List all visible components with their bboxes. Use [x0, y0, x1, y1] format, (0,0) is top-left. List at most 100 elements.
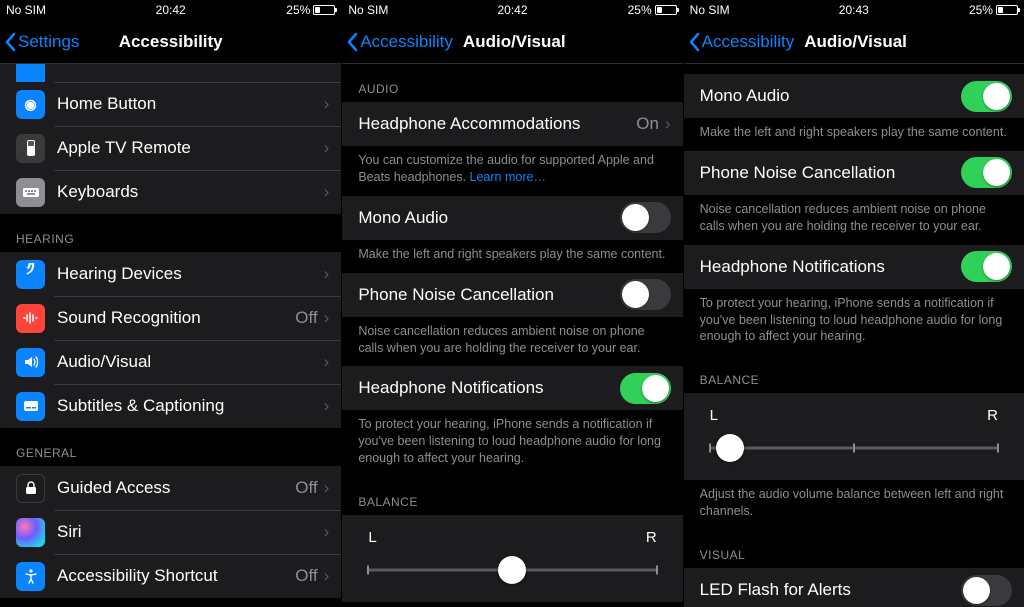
- back-label: Accessibility: [702, 32, 795, 52]
- row-subtitles[interactable]: Subtitles & Captioning ›: [0, 384, 341, 428]
- nav-bar: Settings Accessibility: [0, 20, 341, 64]
- battery-pct: 25%: [969, 3, 993, 17]
- row-hearing-devices[interactable]: ༡ Hearing Devices ›: [0, 252, 341, 296]
- toggle-headphone-notifications[interactable]: [620, 373, 671, 404]
- waveform-icon: [16, 304, 45, 333]
- row-value: On: [636, 114, 659, 134]
- row-label: Home Button: [57, 94, 324, 114]
- balance-slider[interactable]: [710, 434, 998, 462]
- lock-icon: [16, 474, 45, 503]
- status-bar: No SIM 20:42 25%: [342, 0, 682, 20]
- back-label: Accessibility: [360, 32, 453, 52]
- row-guided-access[interactable]: Guided Access Off ›: [0, 466, 341, 510]
- section-header-balance: Balance: [684, 355, 1024, 393]
- chevron-right-icon: ›: [324, 478, 330, 498]
- balance-slider-container: L R: [684, 393, 1024, 480]
- footer-noise: Noise cancellation reduces ambient noise…: [684, 195, 1024, 245]
- status-bar: No SIM 20:43 25%: [684, 0, 1024, 20]
- row-siri[interactable]: Siri ›: [0, 510, 341, 554]
- toggle-noise-cancellation[interactable]: [620, 279, 671, 310]
- back-button[interactable]: Accessibility: [342, 32, 453, 52]
- row-phone-noise-cancellation: Phone Noise Cancellation: [342, 273, 682, 317]
- row-value: Off: [295, 308, 317, 328]
- footer-balance-cut: Adjust the audio volume balance between …: [342, 602, 682, 607]
- nav-bar: Accessibility Audio/Visual: [342, 20, 682, 64]
- toggle-led-flash[interactable]: [961, 575, 1012, 606]
- status-bar: No SIM 20:42 25%: [0, 0, 341, 20]
- row-label: Accessibility Shortcut: [57, 566, 295, 586]
- chevron-left-icon: [4, 32, 16, 52]
- row-phone-noise-cancellation: Phone Noise Cancellation: [684, 151, 1024, 195]
- row-label: Headphone Notifications: [358, 378, 619, 398]
- back-label: Settings: [18, 32, 79, 52]
- back-button[interactable]: Accessibility: [684, 32, 795, 52]
- generic-icon: [16, 64, 45, 82]
- carrier-text: No SIM: [690, 3, 730, 17]
- chevron-right-icon: ›: [324, 94, 330, 114]
- row-label: Siri: [57, 522, 324, 542]
- screen-audio-visual-2: No SIM 20:43 25% Accessibility Audio/Vis…: [683, 0, 1024, 607]
- balance-right-label: R: [646, 529, 657, 546]
- toggle-noise-cancellation[interactable]: [961, 157, 1012, 188]
- chevron-left-icon: [346, 32, 358, 52]
- screen-audio-visual-1: No SIM 20:42 25% Accessibility Audio/Vis…: [341, 0, 682, 607]
- row-label: Keyboards: [57, 182, 324, 202]
- section-header-audio: Audio: [342, 64, 682, 102]
- footer-headphone-accom: You can customize the audio for supporte…: [342, 146, 682, 196]
- learn-more-link[interactable]: Learn more…: [470, 170, 546, 184]
- chevron-left-icon: [688, 32, 700, 52]
- row-label: Phone Noise Cancellation: [700, 163, 961, 183]
- balance-left-label: L: [368, 529, 376, 546]
- row-headphone-notifications: Headphone Notifications: [684, 245, 1024, 289]
- chevron-right-icon: ›: [324, 396, 330, 416]
- row-label: Headphone Accommodations: [358, 114, 636, 134]
- chevron-right-icon: ›: [665, 114, 671, 134]
- balance-slider[interactable]: [368, 556, 656, 584]
- row-headphone-notifications: Headphone Notifications: [342, 366, 682, 410]
- page-title: Audio/Visual: [463, 32, 566, 52]
- row-keyboards[interactable]: Keyboards ›: [0, 170, 341, 214]
- row-label: Apple TV Remote: [57, 138, 324, 158]
- row-label: Headphone Notifications: [700, 257, 961, 277]
- row-mono-audio: Mono Audio: [342, 196, 682, 240]
- footer-mono: Make the left and right speakers play th…: [684, 118, 1024, 151]
- battery-icon: [996, 5, 1018, 15]
- chevron-right-icon: ›: [324, 308, 330, 328]
- row-sound-recognition[interactable]: Sound Recognition Off ›: [0, 296, 341, 340]
- speaker-icon: [16, 348, 45, 377]
- row-label: Subtitles & Captioning: [57, 396, 324, 416]
- battery-icon: [313, 5, 335, 15]
- row-label: Hearing Devices: [57, 264, 324, 284]
- battery-icon: [655, 5, 677, 15]
- chevron-right-icon: ›: [324, 566, 330, 586]
- row-home-button[interactable]: ◉ Home Button ›: [0, 82, 341, 126]
- row-label: Sound Recognition: [57, 308, 295, 328]
- section-header-balance: Balance: [342, 477, 682, 515]
- chevron-right-icon: ›: [324, 522, 330, 542]
- chevron-right-icon: ›: [324, 182, 330, 202]
- list-item[interactable]: [0, 64, 341, 82]
- toggle-mono-audio[interactable]: [961, 81, 1012, 112]
- row-value: Off: [295, 566, 317, 586]
- screen-accessibility: No SIM 20:42 25% Settings Accessibility …: [0, 0, 341, 607]
- toggle-mono-audio[interactable]: [620, 202, 671, 233]
- keyboard-icon: [16, 178, 45, 207]
- siri-icon: [16, 518, 45, 547]
- row-apple-tv-remote[interactable]: Apple TV Remote ›: [0, 126, 341, 170]
- row-accessibility-shortcut[interactable]: Accessibility Shortcut Off ›: [0, 554, 341, 598]
- section-header-general: General: [0, 428, 341, 466]
- balance-left-label: L: [710, 407, 718, 424]
- row-label: LED Flash for Alerts: [700, 580, 961, 600]
- row-label: Phone Noise Cancellation: [358, 285, 619, 305]
- row-value: Off: [295, 478, 317, 498]
- section-header-hearing: Hearing: [0, 214, 341, 252]
- chevron-right-icon: ›: [324, 264, 330, 284]
- content: Audio Headphone Accommodations On › You …: [342, 64, 682, 607]
- home-button-icon: ◉: [16, 90, 45, 119]
- content: Mono Audio Make the left and right speak…: [684, 64, 1024, 607]
- carrier-text: No SIM: [348, 3, 388, 17]
- back-button[interactable]: Settings: [0, 32, 79, 52]
- row-headphone-accommodations[interactable]: Headphone Accommodations On ›: [342, 102, 682, 146]
- toggle-headphone-notifications[interactable]: [961, 251, 1012, 282]
- row-audio-visual[interactable]: Audio/Visual ›: [0, 340, 341, 384]
